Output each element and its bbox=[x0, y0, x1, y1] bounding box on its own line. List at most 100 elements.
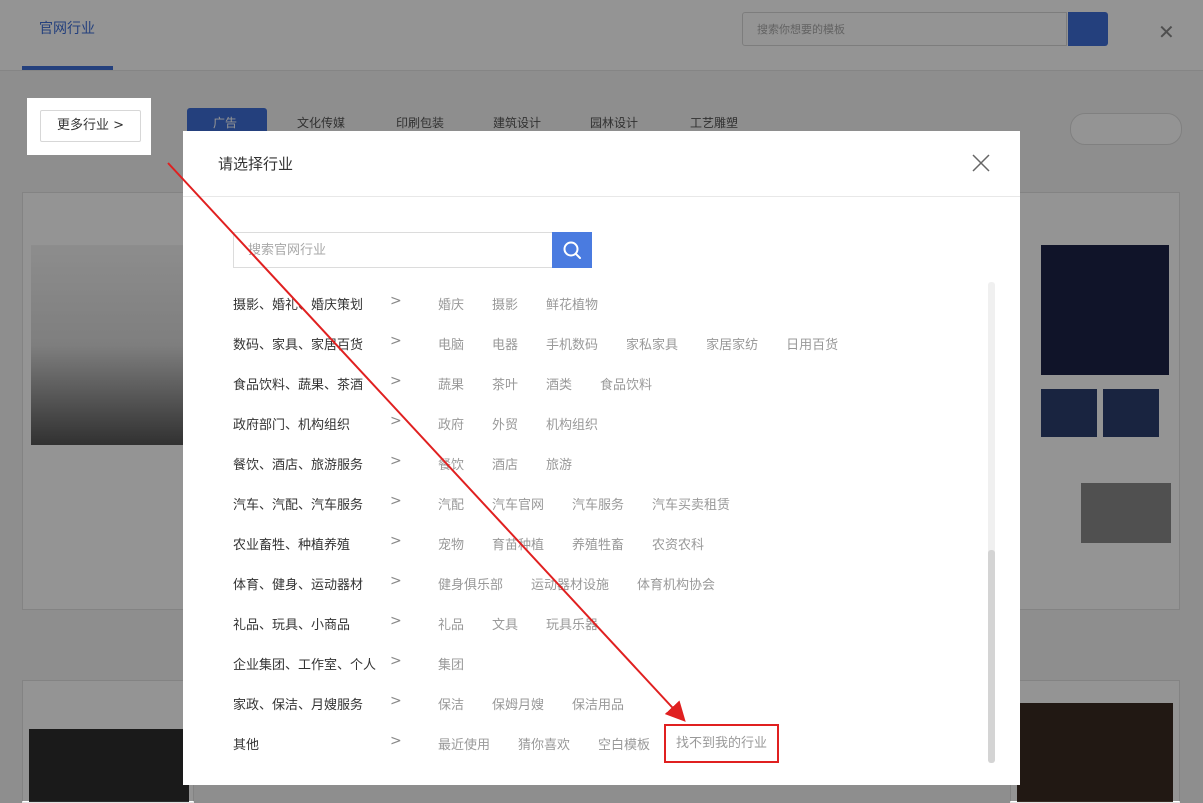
industry-tag[interactable]: 育苗种植 bbox=[492, 534, 544, 553]
industry-category-label[interactable]: 体育、健身、运动器材 bbox=[233, 574, 363, 593]
chevron-right-icon[interactable]: > bbox=[390, 573, 402, 589]
industry-tag[interactable]: 猜你喜欢 bbox=[518, 734, 570, 753]
industry-tag[interactable]: 健身俱乐部 bbox=[438, 574, 503, 593]
industry-tags: 集团 bbox=[438, 654, 464, 673]
industry-row: 其他 > 最近使用 猜你喜欢 空白模板 找不到我的行业 bbox=[233, 723, 973, 763]
industry-tags: 汽配 汽车官网 汽车服务 汽车买卖租赁 bbox=[438, 494, 730, 513]
industry-row: 体育、健身、运动器材 > 健身俱乐部 运动器材设施 体育机构协会 bbox=[233, 563, 973, 603]
industry-tag[interactable]: 汽车买卖租赁 bbox=[652, 494, 730, 513]
chevron-right-icon[interactable]: > bbox=[390, 413, 402, 429]
industry-row: 餐饮、酒店、旅游服务 > 餐饮 酒店 旅游 bbox=[233, 443, 973, 483]
industry-tag[interactable]: 找不到我的行业 bbox=[664, 724, 780, 763]
industry-row: 企业集团、工作室、个人 > 集团 bbox=[233, 643, 973, 683]
industry-tags: 健身俱乐部 运动器材设施 体育机构协会 bbox=[438, 574, 715, 593]
industry-row: 农业畜牲、种植养殖 > 宠物 育苗种植 养殖牲畜 农资农科 bbox=[233, 523, 973, 563]
industry-tag[interactable]: 宠物 bbox=[438, 534, 464, 553]
chevron-right-icon[interactable]: > bbox=[390, 533, 402, 549]
industry-list: 摄影、婚礼、婚庆策划 > 婚庆 摄影 鲜花植物数码、家具、家居百货 > 电脑 电器 手机数码 家私… bbox=[233, 283, 973, 763]
industry-category-label[interactable]: 其他 bbox=[233, 734, 259, 753]
dialog-title: 请选择行业 bbox=[218, 155, 294, 173]
close-icon[interactable] bbox=[969, 151, 993, 175]
industry-tag[interactable]: 家私家具 bbox=[626, 334, 678, 353]
chevron-right-icon[interactable]: > bbox=[390, 373, 402, 389]
industry-row: 食品饮料、蔬果、茶酒 > 蔬果 茶叶 酒类 食品饮料 bbox=[233, 363, 973, 403]
industry-row: 数码、家具、家居百货 > 电脑 电器 手机数码 家私家具 家居家纺 日用百货 bbox=[233, 323, 973, 363]
chevron-right-icon[interactable]: > bbox=[390, 453, 402, 469]
industry-tag[interactable]: 汽车服务 bbox=[572, 494, 624, 513]
industry-tags: 宠物 育苗种植 养殖牲畜 农资农科 bbox=[438, 534, 704, 553]
industry-search-input[interactable] bbox=[233, 232, 552, 268]
industry-row: 汽车、汽配、汽车服务 > 汽配 汽车官网 汽车服务 汽车买卖租赁 bbox=[233, 483, 973, 523]
industry-tag[interactable]: 电脑 bbox=[438, 334, 464, 353]
industry-tag[interactable]: 家居家纺 bbox=[706, 334, 758, 353]
industry-search-button[interactable] bbox=[552, 232, 592, 268]
industry-tag[interactable]: 政府 bbox=[438, 414, 464, 433]
industry-tag[interactable]: 旅游 bbox=[546, 454, 572, 473]
scrollbar[interactable] bbox=[988, 282, 995, 763]
chevron-right-icon[interactable]: > bbox=[390, 613, 402, 629]
chevron-right-icon[interactable]: > bbox=[390, 493, 402, 509]
industry-tag[interactable]: 婚庆 bbox=[438, 294, 464, 313]
industry-tag[interactable]: 摄影 bbox=[492, 294, 518, 313]
industry-tag[interactable]: 蔬果 bbox=[438, 374, 464, 393]
industry-tag[interactable]: 餐饮 bbox=[438, 454, 464, 473]
industry-tag[interactable]: 汽车官网 bbox=[492, 494, 544, 513]
industry-tag[interactable]: 日用百货 bbox=[786, 334, 838, 353]
industry-tag[interactable]: 养殖牲畜 bbox=[572, 534, 624, 553]
scrollbar-thumb[interactable] bbox=[988, 550, 995, 763]
industry-category-label[interactable]: 礼品、玩具、小商品 bbox=[233, 614, 350, 633]
industry-category-label[interactable]: 数码、家具、家居百货 bbox=[233, 334, 363, 353]
search-icon bbox=[563, 241, 581, 259]
industry-tags: 保洁 保姆月嫂 保洁用品 bbox=[438, 694, 624, 713]
industry-tag[interactable]: 体育机构协会 bbox=[637, 574, 715, 593]
industry-tag[interactable]: 最近使用 bbox=[438, 734, 490, 753]
more-industries-button[interactable]: 更多行业 > bbox=[40, 110, 141, 142]
industry-category-label[interactable]: 企业集团、工作室、个人 bbox=[233, 654, 376, 673]
industry-category-label[interactable]: 政府部门、机构组织 bbox=[233, 414, 350, 433]
industry-tag[interactable]: 文具 bbox=[492, 614, 518, 633]
select-industry-dialog: 请选择行业 摄影、婚礼、婚庆策划 > 婚庆 摄影 鲜花植物数码、家具、家居百货 > 电脑 电器… bbox=[183, 131, 1020, 785]
industry-row: 家政、保洁、月嫂服务 > 保洁 保姆月嫂 保洁用品 bbox=[233, 683, 973, 723]
dialog-header: 请选择行业 bbox=[183, 131, 1020, 197]
industry-tag[interactable]: 保姆月嫂 bbox=[492, 694, 544, 713]
industry-category-label[interactable]: 家政、保洁、月嫂服务 bbox=[233, 694, 363, 713]
industry-tags: 婚庆 摄影 鲜花植物 bbox=[438, 294, 598, 313]
industry-tag[interactable]: 酒店 bbox=[492, 454, 518, 473]
industry-tag[interactable]: 空白模板 bbox=[598, 734, 650, 753]
industry-tag[interactable]: 玩具乐器 bbox=[546, 614, 598, 633]
industry-tags: 餐饮 酒店 旅游 bbox=[438, 454, 572, 473]
industry-tag[interactable]: 机构组织 bbox=[546, 414, 598, 433]
industry-tag[interactable]: 保洁 bbox=[438, 694, 464, 713]
industry-tags: 政府 外贸 机构组织 bbox=[438, 414, 598, 433]
chevron-right-icon[interactable]: > bbox=[390, 653, 402, 669]
industry-category-label[interactable]: 摄影、婚礼、婚庆策划 bbox=[233, 294, 363, 313]
industry-row: 礼品、玩具、小商品 > 礼品 文具 玩具乐器 bbox=[233, 603, 973, 643]
industry-category-label[interactable]: 农业畜牲、种植养殖 bbox=[233, 534, 350, 553]
more-industries-highlight: 更多行业 > bbox=[27, 98, 151, 155]
industry-tag[interactable]: 鲜花植物 bbox=[546, 294, 598, 313]
industry-category-label[interactable]: 食品饮料、蔬果、茶酒 bbox=[233, 374, 363, 393]
industry-tag[interactable]: 农资农科 bbox=[652, 534, 704, 553]
chevron-right-icon[interactable]: > bbox=[390, 733, 402, 749]
chevron-right-icon[interactable]: > bbox=[390, 293, 402, 309]
industry-tags: 电脑 电器 手机数码 家私家具 家居家纺 日用百货 bbox=[438, 334, 838, 353]
industry-row: 摄影、婚礼、婚庆策划 > 婚庆 摄影 鲜花植物 bbox=[233, 283, 973, 323]
industry-tag[interactable]: 集团 bbox=[438, 654, 464, 673]
industry-tag[interactable]: 食品饮料 bbox=[600, 374, 652, 393]
industry-tag[interactable]: 汽配 bbox=[438, 494, 464, 513]
industry-tag[interactable]: 酒类 bbox=[546, 374, 572, 393]
chevron-right-icon[interactable]: > bbox=[390, 333, 402, 349]
industry-tag[interactable]: 运动器材设施 bbox=[531, 574, 609, 593]
industry-tag[interactable]: 茶叶 bbox=[492, 374, 518, 393]
industry-tag[interactable]: 保洁用品 bbox=[572, 694, 624, 713]
industry-category-label[interactable]: 餐饮、酒店、旅游服务 bbox=[233, 454, 363, 473]
industry-category-label[interactable]: 汽车、汽配、汽车服务 bbox=[233, 494, 363, 513]
industry-tag[interactable]: 电器 bbox=[492, 334, 518, 353]
industry-tags: 蔬果 茶叶 酒类 食品饮料 bbox=[438, 374, 652, 393]
industry-tag[interactable]: 手机数码 bbox=[546, 334, 598, 353]
chevron-right-icon[interactable]: > bbox=[390, 693, 402, 709]
industry-row: 政府部门、机构组织 > 政府 外贸 机构组织 bbox=[233, 403, 973, 443]
industry-tag[interactable]: 礼品 bbox=[438, 614, 464, 633]
industry-tags: 礼品 文具 玩具乐器 bbox=[438, 614, 598, 633]
industry-tag[interactable]: 外贸 bbox=[492, 414, 518, 433]
